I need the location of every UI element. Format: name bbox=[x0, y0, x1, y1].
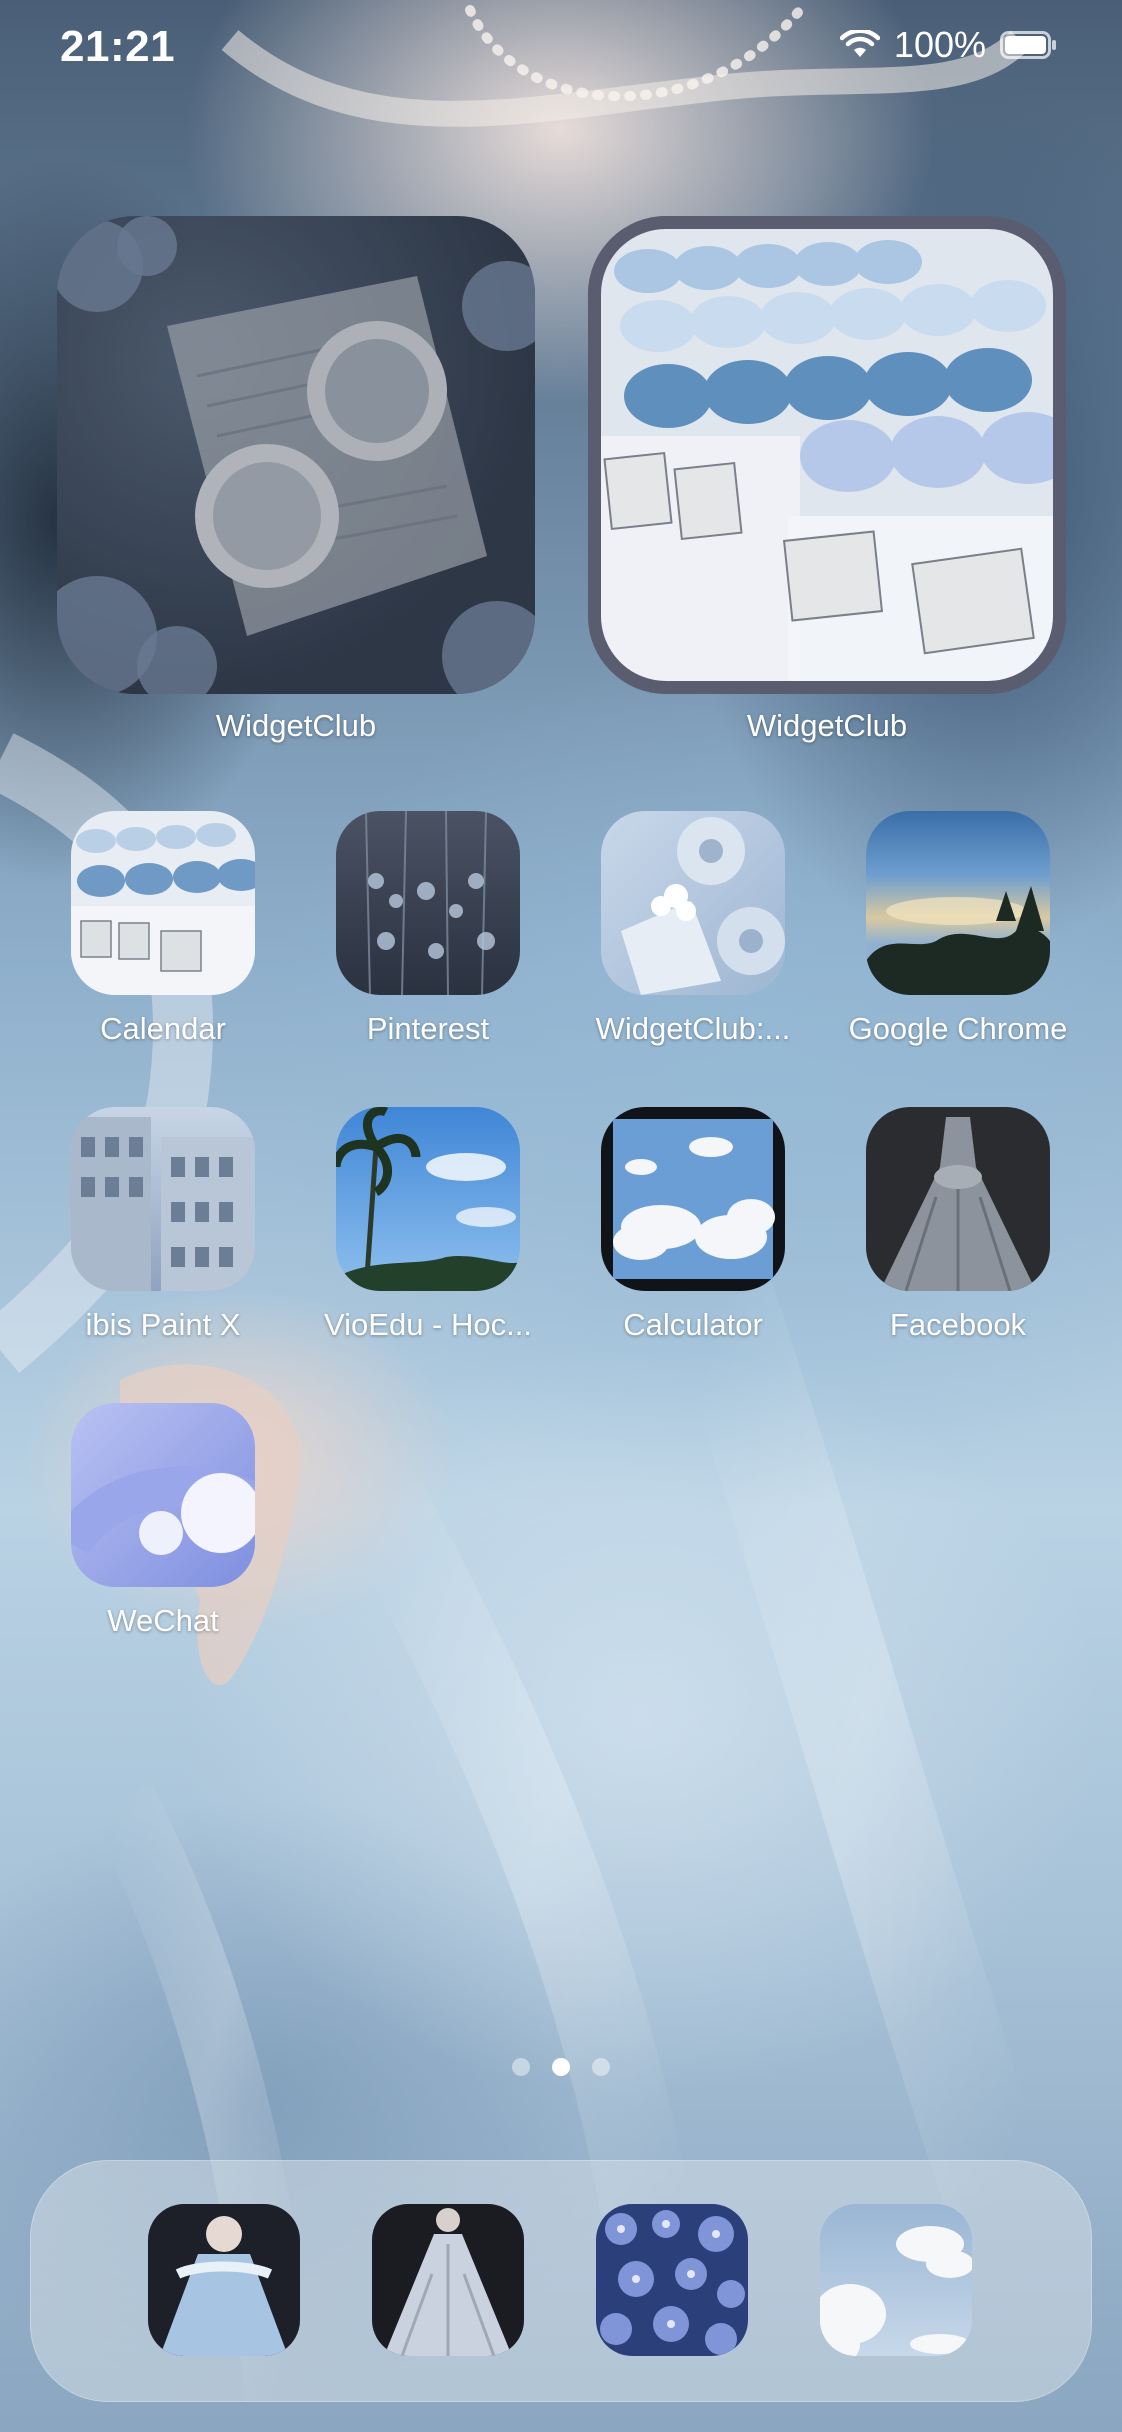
app-calendar[interactable]: Calendar bbox=[71, 811, 255, 1046]
app-vioedu[interactable]: VioEdu - Hoc... bbox=[324, 1107, 532, 1342]
dock-white-gown-icon[interactable] bbox=[372, 2204, 524, 2356]
calculator-clouds-icon[interactable] bbox=[601, 1107, 785, 1291]
page-dot-1[interactable] bbox=[512, 2058, 530, 2076]
app-pinterest[interactable]: Pinterest bbox=[336, 811, 520, 1046]
calendar-macarons-icon[interactable] bbox=[71, 811, 255, 995]
widget-widgetclub-tea[interactable]: WidgetClub bbox=[57, 216, 535, 743]
app-facebook[interactable]: Facebook bbox=[866, 1107, 1050, 1342]
battery-percent: 100% bbox=[893, 24, 986, 65]
app-widgetclub[interactable]: WidgetClub:... bbox=[596, 811, 790, 1046]
app-wechat[interactable]: WeChat bbox=[71, 1403, 255, 1638]
widget-label: WidgetClub bbox=[746, 708, 908, 743]
status-time: 21:21 bbox=[60, 22, 176, 71]
page-dot-2-active[interactable] bbox=[552, 2058, 570, 2076]
dock bbox=[30, 2160, 1092, 2402]
app-label: WidgetClub:... bbox=[595, 1011, 791, 1046]
widget-image-macarons[interactable] bbox=[588, 216, 1066, 694]
app-label: Google Chrome bbox=[848, 1011, 1068, 1046]
app-ibis-paint-x[interactable]: ibis Paint X bbox=[71, 1107, 255, 1342]
app-label: ibis Paint X bbox=[85, 1307, 241, 1342]
app-label: Calendar bbox=[100, 1011, 226, 1046]
widget-image-tea-cups[interactable] bbox=[57, 216, 535, 694]
vioedu-palm-sky-icon[interactable] bbox=[336, 1107, 520, 1291]
app-label: Facebook bbox=[889, 1307, 1027, 1342]
dock-doll-dress-icon[interactable] bbox=[148, 2204, 300, 2356]
chrome-sky-icon[interactable] bbox=[866, 811, 1050, 995]
page-indicator[interactable] bbox=[0, 2058, 1122, 2076]
widget-label: WidgetClub bbox=[215, 708, 377, 743]
app-label: VioEdu - Hoc... bbox=[324, 1307, 532, 1342]
widgetclub-flowers-icon[interactable] bbox=[601, 811, 785, 995]
facebook-gown-icon[interactable] bbox=[866, 1107, 1050, 1291]
pinterest-flowers-icon[interactable] bbox=[336, 811, 520, 995]
dock-blue-flowers-icon[interactable] bbox=[596, 2204, 748, 2356]
page-dot-3[interactable] bbox=[592, 2058, 610, 2076]
wifi-icon bbox=[839, 30, 880, 57]
wechat-abstract-icon[interactable] bbox=[71, 1403, 255, 1587]
app-google-chrome[interactable]: Google Chrome bbox=[849, 811, 1067, 1046]
blue-macarons-image bbox=[588, 216, 1066, 694]
status-bar: 21:21 100% bbox=[0, 0, 1122, 100]
app-label: WeChat bbox=[107, 1603, 219, 1638]
dock-clouds-icon[interactable] bbox=[820, 2204, 972, 2356]
widget-widgetclub-macarons[interactable]: WidgetClub bbox=[588, 216, 1066, 743]
app-label: Pinterest bbox=[366, 1011, 490, 1046]
app-calculator[interactable]: Calculator bbox=[601, 1107, 785, 1342]
status-right: 100% bbox=[839, 24, 1058, 66]
app-label: Calculator bbox=[623, 1307, 763, 1342]
battery-icon bbox=[1000, 31, 1056, 59]
ibis-paint-buildings-icon[interactable] bbox=[71, 1107, 255, 1291]
tea-cups-hydrangea-image bbox=[57, 216, 535, 694]
